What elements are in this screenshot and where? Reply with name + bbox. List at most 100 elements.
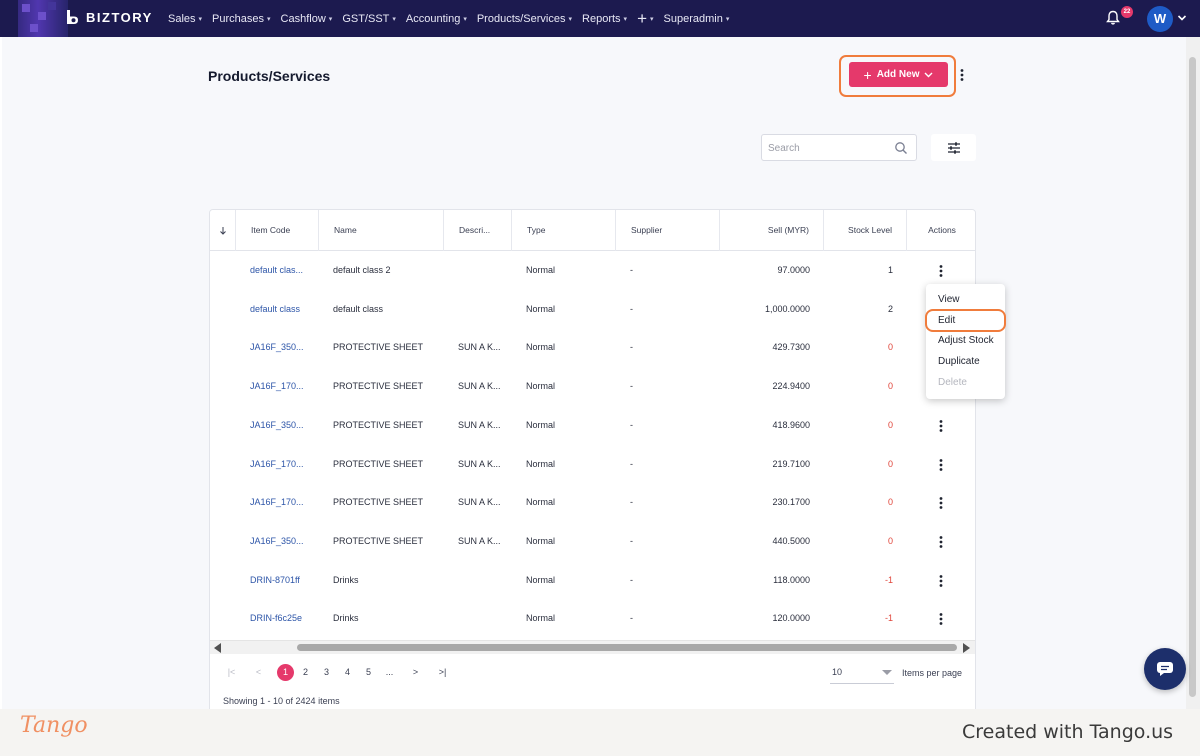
- table-row[interactable]: JA16F_350... PROTECTIVE SHEET SUN A K... No…: [210, 328, 975, 367]
- cell-type: Normal: [526, 535, 556, 546]
- add-new-button[interactable]: + Add New: [849, 62, 948, 87]
- notification-bell-icon[interactable]: [1105, 10, 1121, 26]
- column-header-sell[interactable]: Sell (MYR): [720, 210, 824, 251]
- cell-name: PROTECTIVE SHEET: [333, 419, 424, 430]
- column-header-supplier[interactable]: Supplier: [616, 210, 720, 251]
- row-actions-icon[interactable]: [937, 612, 945, 626]
- column-header-description[interactable]: Descri...: [444, 210, 512, 251]
- plus-icon: +: [637, 8, 647, 28]
- column-header-actions: Actions: [928, 225, 956, 235]
- cell-code[interactable]: JA16F_350...: [250, 328, 312, 367]
- scroll-right-icon[interactable]: [963, 643, 970, 653]
- table-row[interactable]: JA16F_170... PROTECTIVE SHEET SUN A K... No…: [210, 445, 975, 484]
- first-page-button[interactable]: |<: [223, 664, 240, 681]
- cell-code[interactable]: JA16F_170...: [250, 483, 312, 522]
- row-actions-menu: View Edit Adjust Stock Duplicate Delete: [926, 284, 1005, 399]
- vertical-scrollbar[interactable]: [1186, 37, 1200, 709]
- cell-code[interactable]: JA16F_350...: [250, 406, 312, 445]
- menu-item-duplicate[interactable]: Duplicate: [938, 356, 980, 367]
- cell-sell: 429.7300: [772, 342, 810, 353]
- next-page-button[interactable]: >: [407, 664, 424, 681]
- chat-button[interactable]: [1144, 648, 1186, 690]
- arrow-down-icon: [219, 227, 226, 235]
- table-row[interactable]: default class default class Normal - 1,000.0…: [210, 290, 975, 329]
- menu-item-adjust-stock[interactable]: Adjust Stock: [938, 335, 994, 346]
- tango-logo: Tango: [20, 713, 88, 738]
- table-row[interactable]: DRIN-f6c25e Drinks Normal - 120.0000 -1: [210, 599, 975, 638]
- cell-code[interactable]: JA16F_350...: [250, 522, 312, 561]
- row-actions-icon[interactable]: [937, 574, 945, 588]
- column-header-stock-level[interactable]: Stock Level: [824, 210, 907, 251]
- cell-desc: SUN A K...: [458, 497, 501, 508]
- chevron-down-icon[interactable]: [1177, 14, 1187, 22]
- filter-settings-button[interactable]: [931, 134, 976, 161]
- nav-item-4[interactable]: Accounting ▾: [406, 13, 467, 25]
- cell-supplier: -: [630, 265, 633, 275]
- cell-desc: SUN A K...: [458, 381, 501, 392]
- column-header-name[interactable]: Name: [319, 210, 444, 251]
- table-row[interactable]: JA16F_170... PROTECTIVE SHEET SUN A K... No…: [210, 367, 975, 406]
- table-row[interactable]: JA16F_170... PROTECTIVE SHEET SUN A K... No…: [210, 483, 975, 522]
- row-actions-icon[interactable]: [937, 535, 945, 549]
- nav-item-5[interactable]: Products/Services ▾: [477, 13, 572, 25]
- page-button-2[interactable]: 2: [297, 664, 314, 681]
- cell-supplier: -: [630, 303, 633, 314]
- column-header-type[interactable]: Type: [512, 210, 616, 251]
- cell-sell: 97.0000: [777, 265, 810, 275]
- nav-item-7[interactable]: + ▾: [637, 8, 654, 28]
- table-row[interactable]: JA16F_350... PROTECTIVE SHEET SUN A K... No…: [210, 406, 975, 445]
- more-options-icon[interactable]: [957, 68, 967, 82]
- column-header-item-code[interactable]: Item Code: [236, 210, 319, 251]
- table-row[interactable]: DRIN-8701ff Drinks Normal - 118.0000 -1: [210, 561, 975, 600]
- row-actions-icon[interactable]: [937, 458, 945, 472]
- horizontal-scrollbar[interactable]: [210, 640, 975, 654]
- row-actions-icon[interactable]: [937, 264, 945, 278]
- caret-down-icon: ▾: [650, 15, 654, 23]
- nav-item-0[interactable]: Sales ▾: [168, 13, 202, 25]
- cell-type: Normal: [526, 303, 556, 314]
- page-button-1[interactable]: 1: [277, 664, 294, 681]
- caret-down-icon: ▾: [568, 15, 573, 23]
- table-row[interactable]: default clas... default class 2 Normal - 97.…: [210, 251, 975, 290]
- search-input[interactable]: [768, 140, 888, 156]
- sliders-icon: [947, 141, 960, 154]
- brand-logo[interactable]: BIZTORY: [64, 9, 153, 26]
- cell-code[interactable]: JA16F_170...: [250, 445, 312, 484]
- cell-supplier: -: [630, 613, 633, 624]
- add-new-label: Add New: [876, 69, 920, 80]
- last-page-button[interactable]: >|: [434, 664, 451, 681]
- nav-item-1[interactable]: Purchases ▾: [212, 13, 271, 25]
- cell-code[interactable]: default clas...: [250, 251, 312, 290]
- table-row[interactable]: JA16F_350... PROTECTIVE SHEET SUN A K... No…: [210, 522, 975, 561]
- page-button-4[interactable]: 4: [339, 664, 356, 681]
- row-actions-icon[interactable]: [937, 496, 945, 510]
- page-button-3[interactable]: 3: [318, 664, 335, 681]
- menu-item-view[interactable]: View: [938, 294, 960, 305]
- cell-code[interactable]: DRIN-8701ff: [250, 561, 312, 600]
- nav-item-3[interactable]: GST/SST ▾: [342, 13, 396, 25]
- caret-down-icon: ▾: [267, 15, 271, 23]
- search-box[interactable]: [761, 134, 917, 161]
- items-per-page-value: 10: [832, 667, 843, 677]
- cell-name: default class 2: [333, 265, 391, 275]
- items-per-page-select[interactable]: 10: [830, 662, 894, 684]
- nav-item-label: GST/SST: [342, 12, 390, 25]
- nav-item-8[interactable]: Superadmin ▾: [664, 13, 730, 25]
- scrollbar-thumb[interactable]: [297, 644, 957, 651]
- cell-code[interactable]: DRIN-f6c25e: [250, 599, 312, 638]
- main-nav: Sales ▾ Purchases ▾ Cashflow ▾ GST/SST ▾ Account…: [168, 0, 729, 37]
- nav-item-6[interactable]: Reports ▾: [582, 13, 627, 25]
- user-avatar[interactable]: W: [1147, 6, 1173, 32]
- cell-code[interactable]: default class: [250, 290, 312, 329]
- nav-item-2[interactable]: Cashflow ▾: [281, 13, 333, 25]
- prev-page-button[interactable]: <: [250, 664, 267, 681]
- cell-type: Normal: [526, 497, 556, 508]
- scroll-left-icon[interactable]: [214, 643, 221, 653]
- page-ellipsis[interactable]: ...: [381, 664, 398, 681]
- cell-name: Drinks: [333, 574, 359, 585]
- row-actions-icon[interactable]: [937, 419, 945, 433]
- sort-column[interactable]: [210, 210, 236, 251]
- page-button-5[interactable]: 5: [360, 664, 377, 681]
- cell-code[interactable]: JA16F_170...: [250, 367, 312, 406]
- search-icon[interactable]: [894, 141, 908, 155]
